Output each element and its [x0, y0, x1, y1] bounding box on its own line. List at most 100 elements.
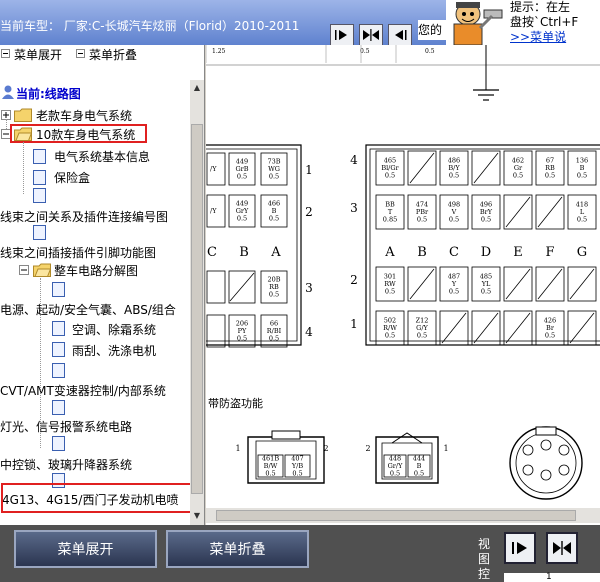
tree-current-node: 当前:线路图: [16, 87, 81, 101]
collapse-box-icon: [76, 49, 85, 58]
empty-pin-mark: [409, 268, 435, 300]
empty-pin-mark: [537, 268, 563, 300]
pin-number: 1: [235, 444, 240, 453]
help-line-1: 提示：在左: [510, 0, 571, 14]
view-control-label: 视图控: [478, 537, 491, 581]
current-car-model: 当前车型： 厂家:C-长城汽车炫丽（Florid）2010-2011: [0, 20, 300, 33]
tree-item-vehicle-circuit[interactable]: 整车电路分解图: [54, 262, 138, 279]
pin-label: 0.5: [292, 470, 302, 478]
page-icon: [52, 363, 65, 378]
wire-label: 1.25: [212, 48, 226, 55]
row-number: 4: [305, 325, 313, 339]
round-pin: [522, 444, 534, 456]
collapse-node-icon[interactable]: [19, 265, 29, 275]
column-letter: E: [513, 245, 523, 260]
pin-label: 0.5: [577, 216, 587, 224]
tree-expand-all-link[interactable]: 菜单展开: [14, 46, 62, 63]
selection-highlight: [1, 483, 193, 513]
step-forward-icon: [512, 542, 527, 554]
column-letter: A: [384, 245, 395, 260]
tree-connector: [6, 119, 7, 129]
tree-item-air-conditioning[interactable]: 空调、除霜系统: [72, 321, 156, 338]
step-forward-icon: [335, 30, 347, 40]
help-line-2: 盘按`Ctrl+F: [510, 15, 579, 29]
pin-label: 0.5: [481, 288, 491, 296]
menu-help-link[interactable]: >>菜单说: [510, 30, 600, 45]
round-pin: [540, 469, 552, 481]
tree-item-basic-info[interactable]: 电气系统基本信息: [54, 148, 150, 165]
empty-pin-mark: [229, 272, 255, 302]
diagram-horizontal-scrollbar[interactable]: [206, 508, 600, 523]
tree-item-old-body-electrical[interactable]: 老款车身电气系统: [36, 107, 132, 124]
tree-pane: 菜单展开 菜单折叠 当前:线路图 老款车身电气系统 10款车身电气系统 电气系统…: [0, 45, 205, 525]
pin-label: 0.5: [237, 215, 247, 223]
view-expand-button[interactable]: [546, 532, 578, 564]
expand-box-icon: [1, 49, 10, 58]
mascot-logo: [446, 0, 510, 46]
pin-label: /Y: [210, 207, 217, 215]
open-folder-icon: [33, 263, 51, 277]
scrollbar-thumb[interactable]: [216, 510, 576, 521]
pin-label: 0.5: [417, 332, 427, 340]
tree-connector: [23, 142, 24, 194]
pin-label: 0.5: [513, 172, 523, 180]
pin-label: 0.5: [265, 470, 275, 478]
tree-vertical-scrollbar[interactable]: ▲ ▼: [190, 80, 204, 525]
connector-key: [535, 426, 557, 436]
pin-label: 0.5: [269, 215, 279, 223]
pin-label: 0.5: [449, 288, 459, 296]
mascot-icon: [446, 0, 510, 46]
tree-item-wiper[interactable]: 雨刮、洗涤电机: [72, 342, 156, 359]
row-number: 1: [305, 163, 313, 177]
view-step-forward-button[interactable]: [504, 532, 536, 564]
help-panel: 提示：在左 盘按`Ctrl+F >>菜单说: [510, 0, 600, 45]
step-back-button[interactable]: [388, 24, 412, 46]
wire-label: 0.5: [360, 48, 370, 55]
column-letter: C: [449, 245, 459, 260]
empty-pin-mark: [473, 312, 499, 344]
page-icon: [52, 436, 65, 451]
expand-view-icon: [553, 541, 571, 555]
step-forward-button[interactable]: [330, 24, 354, 46]
scroll-down-icon[interactable]: ▼: [191, 510, 203, 522]
wiring-diagram: 1.25 0.5 0.5449GrB0.573BWG0.5/Y 1449GrY0.54…: [206, 45, 600, 500]
tree-item-power-start[interactable]: 电源、起动/安全气囊、ABS/组合: [0, 301, 176, 318]
tree-item-harness-relation[interactable]: 线束之间关系及插件连接编号图: [0, 208, 168, 225]
empty-pin-mark: [569, 268, 595, 300]
menu-expand-button[interactable]: 菜单展开: [14, 530, 157, 568]
pin-label: 0.5: [545, 332, 555, 340]
column-letter: A: [270, 245, 281, 260]
menu-collapse-button[interactable]: 菜单折叠: [166, 530, 309, 568]
tree-item-pin-function[interactable]: 线束之间插接插件引脚功能图: [0, 244, 156, 261]
row-number: 2: [305, 205, 313, 219]
row-number: 2: [350, 273, 358, 287]
tree-item-cvt-amt[interactable]: CVT/AMT变速器控制/内部系统: [0, 382, 166, 399]
pin-label: 0.5: [269, 335, 279, 343]
pin-label: 0.5: [237, 173, 247, 181]
page-icon: [33, 170, 46, 185]
pin-label: 0.5: [385, 288, 395, 296]
scroll-up-icon[interactable]: ▲: [191, 82, 203, 94]
tree-collapse-all-link[interactable]: 菜单折叠: [89, 46, 137, 63]
tree-item-central-lock[interactable]: 中控锁、玻璃升降器系统: [0, 456, 132, 473]
zoom-level[interactable]: 1: [504, 573, 600, 582]
column-letter: C: [207, 245, 217, 260]
pin-label: 0.5: [449, 172, 459, 180]
round-connector: [509, 426, 583, 500]
column-letter: B: [417, 245, 427, 260]
round-pin: [522, 464, 534, 476]
pin-label: 0.5: [269, 173, 279, 181]
scrollbar-thumb[interactable]: [191, 124, 203, 494]
tree-item-fuse-box[interactable]: 保险盒: [54, 169, 90, 186]
expand-view-button[interactable]: [359, 24, 383, 46]
page-icon: [52, 342, 65, 357]
connector-latch: [391, 432, 423, 444]
page-icon: [33, 149, 46, 164]
empty-pin-mark: [537, 196, 563, 228]
row-number: 3: [305, 281, 313, 295]
pin-label: 0.5: [237, 335, 247, 343]
pin-label: 0.5: [545, 172, 555, 180]
pin-number: 2: [323, 444, 328, 453]
tree-item-lighting[interactable]: 灯光、信号报警系统电路: [0, 418, 132, 435]
column-letter: G: [577, 245, 587, 260]
